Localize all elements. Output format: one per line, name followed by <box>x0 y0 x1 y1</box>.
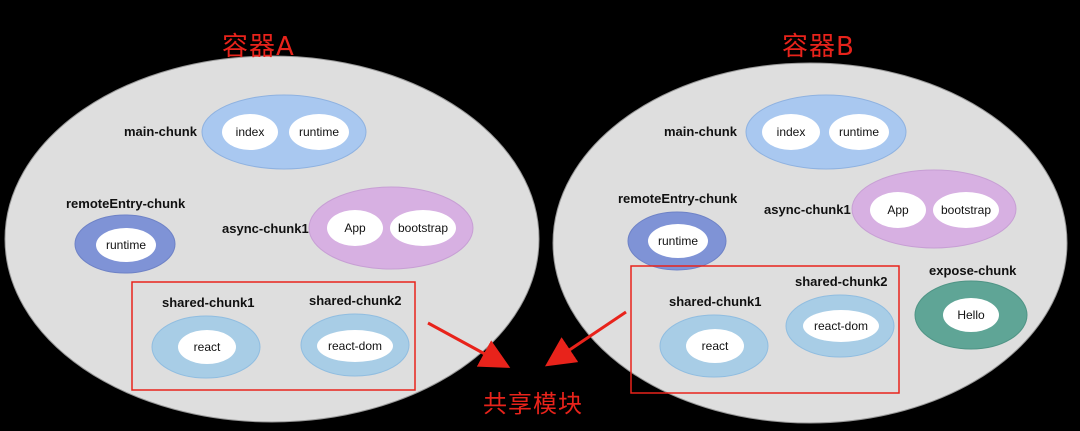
a-module-react-dom: react-dom <box>317 330 393 362</box>
b-remote-entry-chunk-label: remoteEntry-chunk <box>618 191 738 206</box>
a-remote-entry-chunk-label: remoteEntry-chunk <box>66 196 186 211</box>
b-module-react-dom: react-dom <box>803 310 879 342</box>
b-async-chunk1-label: async-chunk1 <box>764 202 851 217</box>
container-a-title: 容器A <box>222 32 295 62</box>
b-module-remote-runtime: runtime <box>648 224 708 258</box>
a-module-index: index <box>222 114 278 150</box>
diagram: 容器A 容器B 共享模块 main-chunk index runtime re… <box>0 0 1080 431</box>
b-module-bootstrap: bootstrap <box>933 192 999 228</box>
a-module-app: App <box>327 210 383 246</box>
a-module-remote-runtime: runtime <box>96 228 156 262</box>
container-b-title: 容器B <box>782 32 855 62</box>
a-module-runtime: runtime <box>289 114 349 150</box>
a-main-chunk-label: main-chunk <box>124 124 197 139</box>
b-shared-chunk2-label: shared-chunk2 <box>795 274 888 289</box>
b-module-runtime: runtime <box>829 114 889 150</box>
b-module-index: index <box>762 114 820 150</box>
b-module-react: react <box>686 329 744 363</box>
shared-modules-title: 共享模块 <box>483 390 583 418</box>
b-expose-chunk-label: expose-chunk <box>929 263 1017 278</box>
b-main-chunk-label: main-chunk <box>664 124 737 139</box>
a-module-bootstrap: bootstrap <box>390 210 456 246</box>
a-module-react: react <box>178 330 236 364</box>
a-async-chunk1-label: async-chunk1 <box>222 221 309 236</box>
b-module-hello: Hello <box>943 298 999 332</box>
b-module-app: App <box>870 192 926 228</box>
b-shared-chunk1-label: shared-chunk1 <box>669 294 762 309</box>
a-shared-chunk2-label: shared-chunk2 <box>309 293 402 308</box>
a-shared-chunk1-label: shared-chunk1 <box>162 295 255 310</box>
